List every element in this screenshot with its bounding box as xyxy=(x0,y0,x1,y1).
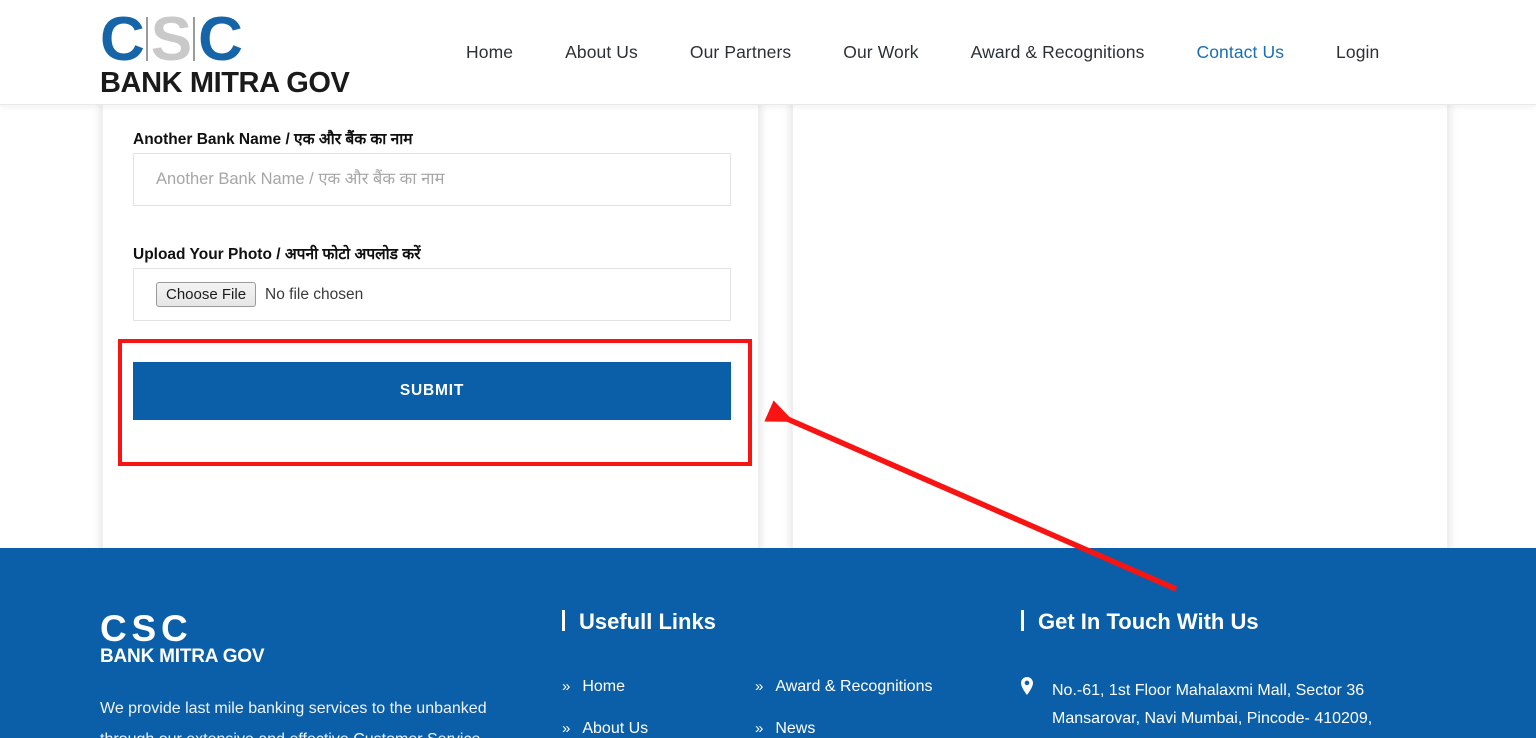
footer-contact-heading-text: Get In Touch With Us xyxy=(1038,609,1259,634)
file-status-text: No file chosen xyxy=(265,285,364,303)
footer-link-about-us-label: About Us xyxy=(582,720,649,737)
upload-photo-label: Upload Your Photo / अपनी फोटो अपलोड करें xyxy=(133,246,421,263)
footer-logo-letter-c1: C xyxy=(100,607,127,649)
footer-logo-letter-c2: C xyxy=(161,607,188,649)
footer-logo-subtitle: BANK MITRA GOV xyxy=(100,646,265,667)
main-content: Another Bank Name / एक और बैंक का नाम Up… xyxy=(0,81,1536,583)
logo-letter-s: S xyxy=(150,4,192,74)
footer-logo-divider-1 xyxy=(127,615,130,641)
site-header: C S C BANK MITRA GOV Home About Us Our P… xyxy=(0,0,1536,105)
footer-logo-divider-2 xyxy=(157,615,160,641)
footer-useful-links-heading: Usefull Links xyxy=(562,609,716,635)
nav-item-award-recognitions[interactable]: Award & Recognitions xyxy=(945,42,1171,63)
main-navigation: Home About Us Our Partners Our Work Awar… xyxy=(440,0,1405,105)
map-pin-icon xyxy=(1021,677,1033,695)
footer-logo-letter-s: S xyxy=(131,607,157,649)
logo-divider-1 xyxy=(145,17,148,61)
footer-csc-logo-mark: C S C xyxy=(100,607,264,649)
nav-item-about-us[interactable]: About Us xyxy=(539,42,664,63)
page-root: C S C BANK MITRA GOV Home About Us Our P… xyxy=(0,0,1536,738)
nav-item-our-partners[interactable]: Our Partners xyxy=(664,42,817,63)
nav-item-home[interactable]: Home xyxy=(440,42,539,63)
logo-letter-c1: C xyxy=(100,4,145,74)
nav-item-our-work[interactable]: Our Work xyxy=(817,42,944,63)
logo-letter-c2: C xyxy=(198,4,243,74)
footer-link-about-us[interactable]: » About Us xyxy=(562,720,648,738)
submit-button[interactable]: SUBMIT xyxy=(133,362,731,420)
chevron-right-icon: » xyxy=(755,720,764,737)
choose-file-button[interactable]: Choose File xyxy=(156,282,257,307)
heading-accent-bar xyxy=(562,610,565,631)
nav-item-login[interactable]: Login xyxy=(1310,42,1405,63)
logo-divider-2 xyxy=(193,17,196,61)
footer-link-home[interactable]: » Home xyxy=(562,678,625,696)
chevron-right-icon: » xyxy=(755,678,764,695)
chevron-right-icon: » xyxy=(562,720,571,737)
another-bank-name-input[interactable] xyxy=(133,153,731,206)
upload-photo-file-input[interactable]: Choose File No file chosen xyxy=(133,268,731,321)
footer-description: We provide last mile banking services to… xyxy=(100,700,487,738)
footer-address-line-1: No.-61, 1st Floor Mahalaxmi Mall, Sector… xyxy=(1052,682,1365,699)
footer-logo: C S C BANK MITRA GOV xyxy=(100,607,265,668)
footer-address-line-2: Mansarovar, Navi Mumbai, Pincode- 410209… xyxy=(1052,710,1373,727)
nav-item-contact-us[interactable]: Contact Us xyxy=(1170,42,1310,63)
footer-link-news-label: News xyxy=(775,720,816,737)
csc-logo-mark: C S C xyxy=(100,4,400,74)
chevron-right-icon: » xyxy=(562,678,571,695)
footer-useful-links-heading-text: Usefull Links xyxy=(579,609,716,634)
site-footer: C S C BANK MITRA GOV We provide last mil… xyxy=(0,548,1536,738)
contact-info-card xyxy=(792,98,1448,583)
heading-accent-bar xyxy=(1021,610,1024,631)
footer-link-news[interactable]: » News xyxy=(755,720,815,738)
footer-link-home-label: Home xyxy=(582,678,626,695)
site-logo[interactable]: C S C BANK MITRA GOV xyxy=(100,8,400,100)
footer-address-line-3: Maharashtra xyxy=(1052,733,1142,738)
footer-contact-heading: Get In Touch With Us xyxy=(1021,609,1259,635)
footer-link-award-recognitions-label: Award & Recognitions xyxy=(775,678,933,695)
logo-subtitle: BANK MITRA GOV xyxy=(100,67,350,99)
footer-link-award-recognitions[interactable]: » Award & Recognitions xyxy=(755,678,932,696)
another-bank-name-label: Another Bank Name / एक और बैंक का नाम xyxy=(133,131,413,148)
contact-form-card: Another Bank Name / एक और बैंक का नाम Up… xyxy=(102,81,759,583)
